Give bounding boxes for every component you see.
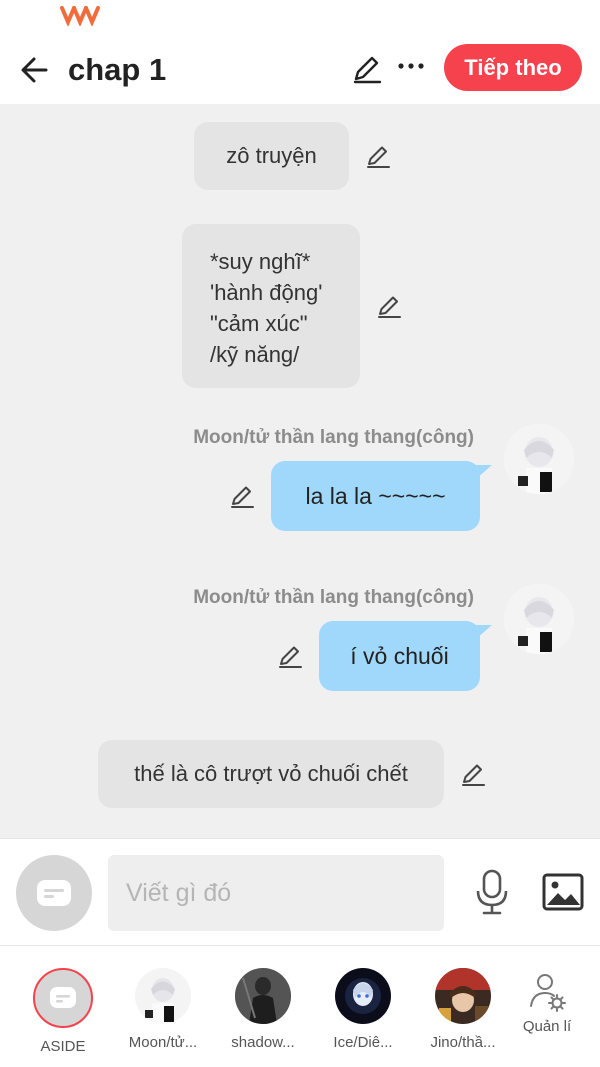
aside-toggle-button[interactable] (16, 855, 92, 931)
edit-message-icon[interactable] (364, 142, 392, 170)
narration-line: *suy nghĩ* (210, 249, 311, 274)
character-label: Quản lí (522, 1018, 572, 1035)
more-options-icon[interactable] (394, 52, 428, 86)
avatar (135, 968, 191, 1024)
edit-message-icon[interactable] (459, 760, 487, 788)
character-item-moon[interactable]: Moon/tử... (118, 968, 208, 1051)
character-label: ASIDE (40, 1038, 86, 1055)
character-avatar[interactable] (504, 424, 574, 494)
character-bubble[interactable]: í vỏ chuối (319, 621, 480, 691)
character-selector: ASIDE Moon/tử... shadow... Ice/Diê... Ji… (0, 946, 600, 1067)
character-bubble[interactable]: la la la ~~~~~ (271, 461, 480, 531)
message-composer (0, 838, 600, 946)
avatar (335, 968, 391, 1024)
page-title: chap 1 (68, 52, 167, 87)
character-item-ice[interactable]: Ice/Diê... (318, 968, 408, 1051)
avatar (435, 968, 491, 1024)
narration-bubble[interactable]: thế là cô trượt vỏ chuối chết (98, 740, 444, 808)
message-text: la la la ~~~~~ (305, 482, 446, 509)
narration-line: 'hành động' (210, 280, 323, 305)
avatar-jino-icon (435, 968, 491, 1024)
manage-user-icon (530, 974, 566, 1012)
character-label: shadow... (231, 1034, 295, 1051)
speaker-name: Moon/tử thần lang thang(công) (193, 427, 474, 448)
avatar-ice-icon (335, 968, 391, 1024)
character-item-aside[interactable]: ASIDE (18, 968, 108, 1055)
character-label: Ice/Diê... (333, 1034, 393, 1051)
narration-bubble[interactable]: zô truyện (194, 122, 349, 190)
next-button[interactable]: Tiếp theo (444, 44, 582, 91)
chat-bubble-icon (50, 987, 76, 1008)
app-header: chap 1 Tiếp theo (0, 40, 600, 104)
status-bar (0, 0, 600, 40)
avatar-white-hair-icon (135, 968, 191, 1024)
character-item-jino[interactable]: Jino/thầ... (418, 968, 508, 1051)
microphone-icon[interactable] (474, 869, 510, 915)
edit-message-icon[interactable] (228, 482, 256, 510)
character-item-shadow[interactable]: shadow... (218, 968, 308, 1051)
avatar-dark-figure-icon (235, 968, 291, 1024)
character-label: Moon/tử... (128, 1034, 198, 1051)
bubble-tail (476, 465, 492, 479)
manage-characters-button[interactable]: Quản lí (502, 972, 592, 1035)
image-icon[interactable] (542, 873, 584, 911)
bubble-tail (476, 625, 492, 639)
avatar-white-hair-icon (504, 424, 574, 494)
edit-pencil-icon[interactable] (350, 52, 384, 86)
carrier-logo-icon (60, 6, 100, 26)
edit-message-icon[interactable] (276, 642, 304, 670)
avatar-white-hair-icon (504, 584, 574, 654)
narration-text: zô truyện (226, 143, 317, 168)
narration-line: "cảm xúc" (210, 311, 308, 336)
character-label: Jino/thầ... (430, 1034, 496, 1051)
aside-avatar (33, 968, 93, 1028)
character-avatar[interactable] (504, 584, 574, 654)
narration-bubble[interactable]: *suy nghĩ* 'hành động' "cảm xúc" /kỹ năn… (182, 224, 360, 388)
speaker-name: Moon/tử thần lang thang(công) (193, 587, 474, 608)
narration-text: thế là cô trượt vỏ chuối chết (134, 761, 408, 786)
avatar (235, 968, 291, 1024)
back-arrow-icon[interactable] (16, 50, 56, 90)
edit-message-icon[interactable] (375, 292, 403, 320)
chat-area[interactable]: zô truyện *suy nghĩ* 'hành động' "cảm xú… (0, 104, 600, 838)
chat-bubble-icon (37, 880, 71, 906)
message-text: í vỏ chuối (350, 642, 449, 669)
narration-line: /kỹ năng/ (210, 342, 300, 367)
message-input[interactable] (108, 855, 444, 931)
